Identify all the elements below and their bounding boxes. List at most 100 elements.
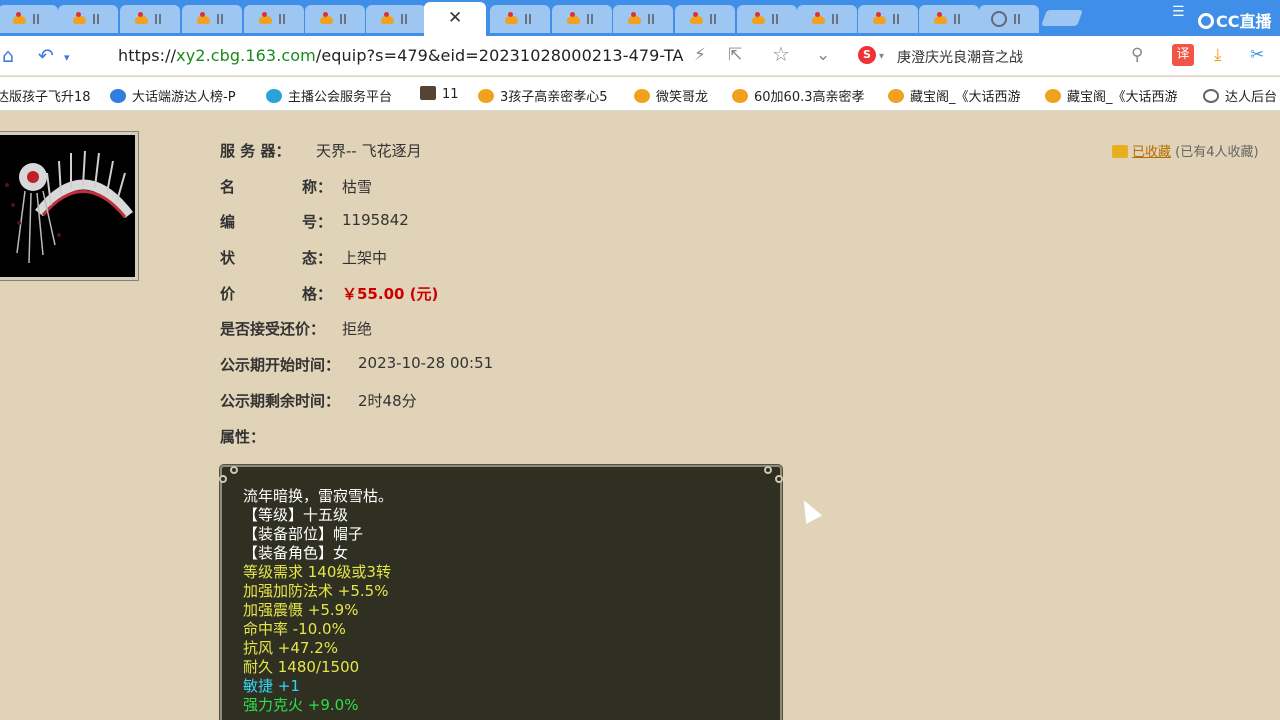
browser-tab[interactable] bbox=[366, 5, 426, 33]
property-line: 加强加防法术 +5.5% bbox=[243, 582, 389, 600]
favorite-icon bbox=[1112, 145, 1128, 158]
bookmark-item[interactable]: 60加60.3高亲密孝 bbox=[732, 86, 865, 105]
property-line: 强力克火 +9.0% bbox=[243, 696, 359, 714]
publicity-start-value: 2023-10-28 00:51 bbox=[358, 354, 494, 372]
browser-tab[interactable] bbox=[305, 5, 365, 33]
download-icon[interactable]: ⤓ bbox=[1214, 45, 1222, 65]
menu-icon[interactable]: ☰ bbox=[1172, 4, 1185, 20]
bookmarks-bar: 达版孩子飞升18 大话端游达人榜-P 主播公会服务平台 11 3孩子高亲密孝心5… bbox=[0, 77, 1280, 111]
collect-count: (已有4人收藏) bbox=[1175, 145, 1259, 160]
url-field[interactable]: https://xy2.cbg.163.com/equip?s=479&eid=… bbox=[118, 46, 684, 65]
property-line: 【装备角色】女 bbox=[243, 544, 349, 562]
bookmark-item[interactable]: 微笑哥龙 bbox=[634, 86, 708, 105]
chicken-icon bbox=[478, 89, 494, 103]
status-value: 上架中 bbox=[342, 249, 388, 267]
browser-tab[interactable] bbox=[858, 5, 918, 33]
tab-label-icon bbox=[772, 14, 778, 24]
share-icon[interactable]: ⇱ bbox=[728, 45, 742, 65]
tab-label-icon bbox=[155, 14, 161, 24]
bookmark-item[interactable]: 达版孩子飞升18 bbox=[0, 86, 91, 105]
property-line: 流年暗换，雷寂雪枯。 bbox=[243, 487, 394, 505]
chicken-icon bbox=[871, 12, 887, 26]
bargain-value: 拒绝 bbox=[342, 320, 373, 338]
price-label: 价 bbox=[220, 285, 236, 303]
chicken-icon bbox=[318, 12, 334, 26]
bookmark-item[interactable]: 藏宝阁_《大话西游 bbox=[888, 86, 1021, 105]
chicken-icon bbox=[810, 12, 826, 26]
dahua-icon bbox=[110, 89, 126, 103]
properties-panel: 流年暗换，雷寂雪枯。 【等级】十五级 【装备部位】帽子 【装备角色】女 等级需求 140… bbox=[219, 464, 783, 720]
chicken-icon bbox=[257, 12, 273, 26]
property-line: 敏捷 +1 bbox=[243, 677, 300, 695]
tab-label-icon bbox=[648, 14, 654, 24]
browser-tab[interactable] bbox=[737, 5, 797, 33]
publicity-remain-label: 公示期剩余时间： bbox=[220, 392, 341, 410]
lightning-icon[interactable]: ⚡ bbox=[694, 45, 706, 65]
search-engine-icon[interactable]: S bbox=[858, 46, 876, 64]
chicken-icon bbox=[732, 89, 748, 103]
chicken-icon bbox=[195, 12, 211, 26]
engine-dropdown-icon[interactable]: ▾ bbox=[879, 51, 884, 62]
browser-tab[interactable] bbox=[244, 5, 304, 33]
chevron-down-icon[interactable]: ⌄ bbox=[816, 45, 830, 65]
browser-tab[interactable] bbox=[58, 5, 118, 33]
publicity-remain-value: 2时48分 bbox=[358, 392, 417, 410]
scissors-icon[interactable]: ✂ bbox=[1250, 45, 1264, 65]
chicken-icon bbox=[71, 12, 87, 26]
chicken-icon bbox=[888, 89, 904, 103]
collected-link[interactable]: 已收藏 bbox=[1132, 145, 1171, 160]
chicken-icon bbox=[11, 12, 27, 26]
corner-ornament bbox=[775, 475, 783, 483]
chicken-icon bbox=[565, 12, 581, 26]
bookmark-item[interactable]: 大话端游达人榜-P bbox=[110, 86, 236, 105]
status-label: 状 bbox=[220, 249, 236, 267]
search-input[interactable]: 庚澄庆光良潮音之战 bbox=[897, 47, 1023, 67]
tab-label-icon bbox=[33, 14, 39, 24]
collect-area: 已收藏 (已有4人收藏) bbox=[1112, 141, 1259, 160]
browser-tab-active[interactable]: ✕ bbox=[424, 2, 486, 36]
star-icon[interactable]: ☆ bbox=[772, 42, 790, 66]
name-label-suffix: 称： bbox=[302, 178, 333, 196]
browser-tab[interactable] bbox=[120, 5, 180, 33]
id-label-suffix: 号： bbox=[302, 213, 333, 231]
bookmark-item[interactable]: 3孩子高亲密孝心5 bbox=[478, 86, 608, 105]
browser-tab[interactable] bbox=[797, 5, 857, 33]
browser-tab[interactable] bbox=[552, 5, 612, 33]
address-bar: ⌂ ↶ ▾ https://xy2.cbg.163.com/equip?s=47… bbox=[0, 36, 1280, 76]
chicken-icon bbox=[626, 12, 642, 26]
undo-icon[interactable]: ↶ bbox=[38, 45, 54, 67]
tab-label-icon bbox=[1014, 14, 1020, 24]
bookmark-item[interactable]: 藏宝阁_《大话西游 bbox=[1045, 86, 1178, 105]
translate-icon[interactable]: 译 bbox=[1172, 44, 1194, 66]
tab-label-icon bbox=[832, 14, 838, 24]
browser-tab[interactable] bbox=[182, 5, 242, 33]
tab-label-icon bbox=[279, 14, 285, 24]
chicken-icon bbox=[750, 12, 766, 26]
browser-tab[interactable] bbox=[490, 5, 550, 33]
bookmark-item[interactable]: 11 bbox=[420, 86, 459, 102]
close-icon[interactable]: ✕ bbox=[448, 8, 462, 28]
status-label-suffix: 态： bbox=[302, 249, 333, 267]
bookmark-item[interactable]: 主播公会服务平台 bbox=[266, 86, 392, 105]
browser-tab[interactable] bbox=[675, 5, 735, 33]
price-value: ￥55.00 (元) bbox=[342, 285, 439, 303]
tab-label-icon bbox=[401, 14, 407, 24]
browser-tab[interactable] bbox=[0, 5, 58, 33]
bookmark-item[interactable]: 达人后台 bbox=[1203, 86, 1277, 105]
browser-tab[interactable] bbox=[919, 5, 979, 33]
chicken-icon bbox=[1045, 89, 1061, 103]
id-value: 1195842 bbox=[342, 211, 409, 229]
property-line: 【等级】十五级 bbox=[243, 506, 349, 524]
properties-list: 流年暗换，雷寂雪枯。 【等级】十五级 【装备部位】帽子 【装备角色】女 等级需求 140… bbox=[243, 487, 393, 715]
tab-label-icon bbox=[710, 14, 716, 24]
new-tab-button[interactable] bbox=[1041, 10, 1083, 26]
price-label-suffix: 格： bbox=[302, 285, 333, 303]
cloud-icon bbox=[266, 89, 282, 103]
home-icon[interactable]: ⌂ bbox=[2, 45, 14, 67]
browser-tab[interactable] bbox=[979, 5, 1039, 33]
tab-label-icon bbox=[93, 14, 99, 24]
search-icon[interactable]: ⚲ bbox=[1131, 45, 1143, 65]
tab-label-icon bbox=[525, 14, 531, 24]
browser-tab[interactable] bbox=[613, 5, 673, 33]
undo-dropdown-icon[interactable]: ▾ bbox=[64, 51, 70, 64]
